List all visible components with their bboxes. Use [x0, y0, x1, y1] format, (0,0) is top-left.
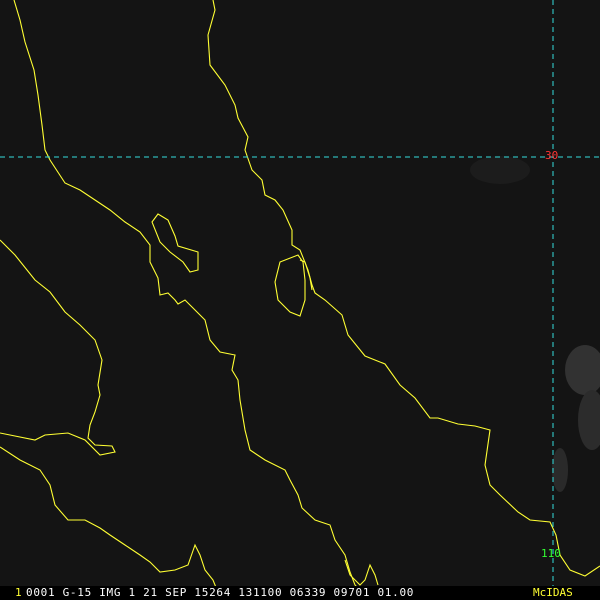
- mcidas-brand: McIDAS: [533, 586, 573, 599]
- latitude-label: 30: [545, 149, 559, 162]
- image-info-text: 0001 G-15 IMG 1 21 SEP 15264 131100 0633…: [26, 586, 415, 599]
- island-angel-de-la-guarda: [151, 213, 199, 273]
- frame-number: 1: [15, 586, 22, 599]
- satellite-image-viewport[interactable]: 30 110 1 0001 G-15 IMG 1 21 SEP 15264 13…: [0, 0, 600, 600]
- coastline-layer: [0, 0, 600, 591]
- graticule-layer: [0, 0, 600, 600]
- longitude-label: 110: [541, 547, 561, 560]
- cloud-texture: [470, 156, 600, 492]
- map-layer: [0, 0, 600, 600]
- coastline-baja-south: [0, 446, 218, 591]
- coastline-baja-west: [13, 0, 361, 591]
- island-tiburon: [274, 254, 306, 317]
- coastline-island-small: [299, 259, 313, 291]
- coastline-mainland-east: [207, 0, 600, 577]
- coastline-baja-peninsula-west: [0, 239, 116, 456]
